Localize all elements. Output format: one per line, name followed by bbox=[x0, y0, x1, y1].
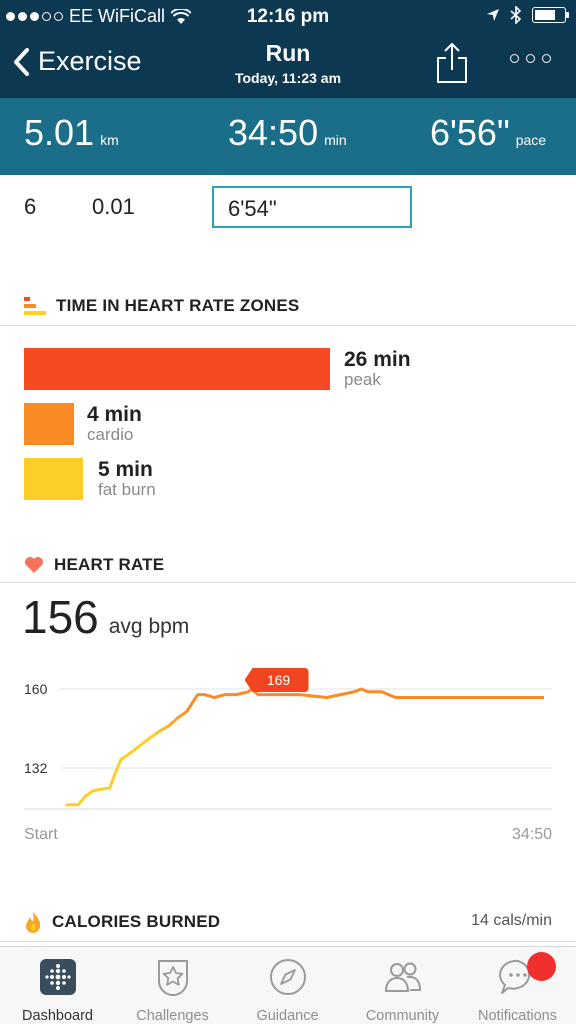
zone-value: 4 min bbox=[87, 403, 142, 426]
pace-stat: 6'56" pace bbox=[430, 112, 546, 154]
heart-icon bbox=[25, 557, 43, 573]
zone-label-fat-burn: 5 min fat burn bbox=[98, 458, 156, 500]
duration-value: 34:50 bbox=[228, 112, 319, 153]
duration-unit: min bbox=[324, 132, 347, 148]
battery-icon bbox=[532, 7, 569, 23]
split-number: 6 bbox=[24, 194, 37, 219]
divider bbox=[0, 582, 576, 583]
location-arrow-icon bbox=[487, 9, 499, 21]
split-pace-field[interactable]: 6'54" bbox=[212, 186, 412, 228]
heart-rate-line bbox=[66, 687, 544, 807]
calories-heading-text: CALORIES BURNED bbox=[52, 912, 221, 931]
tab-guidance[interactable]: Guidance bbox=[230, 957, 345, 1024]
zones-heading-text: TIME IN HEART RATE ZONES bbox=[56, 296, 300, 315]
y-tick-label: 132 bbox=[24, 760, 48, 776]
max-marker-label: 169 bbox=[267, 672, 291, 688]
guidance-compass-icon bbox=[269, 959, 306, 995]
notification-badge bbox=[527, 952, 556, 981]
zones-bars-icon bbox=[24, 297, 46, 315]
share-icon[interactable] bbox=[436, 42, 468, 84]
zone-bar-fat-burn bbox=[24, 458, 83, 500]
tab-community[interactable]: Community bbox=[345, 957, 460, 1024]
pace-unit: pace bbox=[515, 132, 547, 148]
challenges-star-icon bbox=[157, 960, 188, 996]
zone-name: fat burn bbox=[98, 480, 156, 499]
zone-value: 26 min bbox=[344, 348, 411, 371]
duration-stat: 34:50 min bbox=[228, 112, 347, 154]
zone-label-peak: 26 min peak bbox=[344, 348, 411, 390]
split-row[interactable]: 6 0.01 6'54" bbox=[0, 186, 576, 228]
status-bar: EE WiFiCall 12:16 pm bbox=[0, 0, 576, 34]
tab-label: Notifications bbox=[478, 1008, 557, 1024]
zone-name: cardio bbox=[87, 425, 134, 444]
zone-bar-cardio bbox=[24, 403, 74, 445]
tab-label: Guidance bbox=[256, 1008, 319, 1024]
bluetooth-icon bbox=[510, 6, 522, 24]
distance-unit: km bbox=[100, 132, 119, 148]
summary-bar: 5.01 km 34:50 min 6'56" pace bbox=[0, 98, 576, 175]
back-label: Exercise bbox=[38, 46, 142, 76]
flame-icon bbox=[26, 911, 41, 933]
app-header: EE WiFiCall 12:16 pm Exercise Run Today,… bbox=[0, 0, 576, 98]
zone-value: 5 min bbox=[98, 458, 153, 481]
tab-label: Community bbox=[365, 1008, 440, 1024]
avg-bpm: 156 avg bpm bbox=[22, 590, 189, 644]
split-distance: 0.01 bbox=[92, 194, 135, 219]
tab-label: Dashboard bbox=[22, 1008, 93, 1024]
divider bbox=[0, 941, 576, 942]
x-tick-label-start: Start bbox=[24, 826, 58, 843]
y-tick-label: 160 bbox=[24, 681, 48, 697]
avg-bpm-value: 156 bbox=[22, 591, 99, 643]
dashboard-icon bbox=[39, 959, 76, 995]
tab-label: Challenges bbox=[136, 1008, 209, 1024]
x-tick-label-end: 34:50 bbox=[511, 826, 552, 843]
community-people-icon bbox=[384, 962, 421, 992]
chevron-left-icon bbox=[14, 47, 29, 76]
more-dots-icon[interactable] bbox=[510, 54, 551, 63]
heart-rate-heading: HEART RATE bbox=[24, 555, 164, 575]
pace-value: 6'56" bbox=[430, 112, 510, 153]
distance-stat: 5.01 km bbox=[24, 112, 119, 154]
zone-bar-peak bbox=[24, 348, 330, 390]
back-button[interactable]: Exercise bbox=[12, 46, 142, 77]
tab-bar: Dashboard Challenges Guidance Community bbox=[0, 946, 576, 1024]
heart-rate-chart[interactable]: 132 160 169 bbox=[0, 655, 576, 855]
divider bbox=[0, 325, 576, 326]
max-marker: 169 bbox=[244, 668, 309, 692]
avg-bpm-unit: avg bpm bbox=[108, 615, 190, 638]
calories-heading: CALORIES BURNED bbox=[24, 910, 220, 934]
calories-rate: 14 cals/min bbox=[471, 912, 552, 929]
zones-heading: TIME IN HEART RATE ZONES bbox=[24, 296, 299, 316]
zone-label-cardio: 4 min cardio bbox=[87, 403, 142, 445]
tab-challenges[interactable]: Challenges bbox=[115, 957, 230, 1024]
tab-notifications[interactable]: Notifications bbox=[460, 957, 575, 1024]
heart-rate-heading-text: HEART RATE bbox=[54, 555, 165, 574]
zone-name: peak bbox=[344, 370, 381, 389]
tab-dashboard[interactable]: Dashboard bbox=[0, 957, 115, 1024]
distance-value: 5.01 bbox=[24, 112, 95, 153]
